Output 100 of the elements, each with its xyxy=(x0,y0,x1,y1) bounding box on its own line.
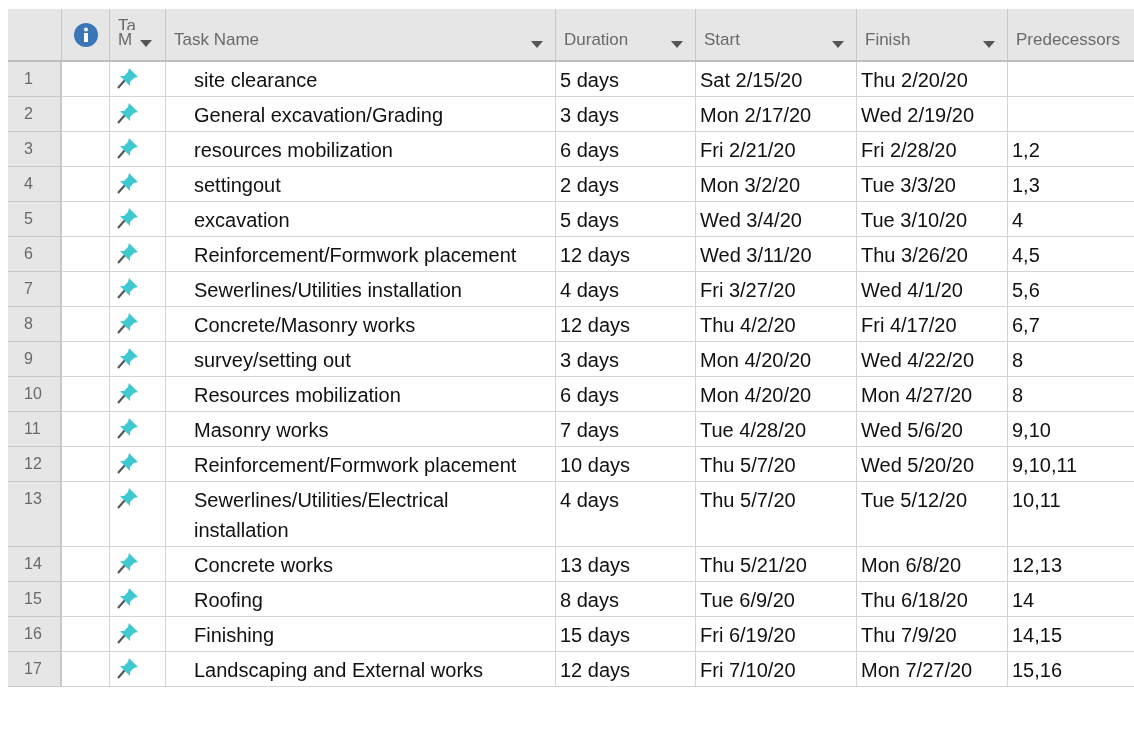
row-number: 3 xyxy=(24,140,33,157)
task-name-cell: Concrete works xyxy=(194,554,333,576)
start-date-cell: Fri 3/27/20 xyxy=(700,279,796,301)
task-name-cell: excavation xyxy=(194,209,290,231)
row-number: 17 xyxy=(24,660,42,677)
duration-cell: 10 days xyxy=(560,454,631,476)
pin-icon xyxy=(116,311,140,335)
finish-date-cell: Wed 5/20/20 xyxy=(861,454,975,476)
column-header[interactable]: Start xyxy=(704,26,740,52)
finish-date-cell: Thu 6/18/20 xyxy=(861,589,968,611)
pin-icon xyxy=(116,381,140,405)
finish-date-cell: Mon 6/8/20 xyxy=(861,554,962,576)
pin-icon xyxy=(116,171,140,195)
task-name-cell: Resources mobilization xyxy=(194,384,401,406)
row-number: 8 xyxy=(24,315,33,332)
pin-icon xyxy=(116,206,140,230)
column-header[interactable]: Finish xyxy=(865,26,911,52)
finish-date-cell: Mon 7/27/20 xyxy=(861,659,973,681)
predecessors-cell: 1,2 xyxy=(1012,139,1040,161)
finish-date-cell: Tue 3/10/20 xyxy=(861,209,967,231)
task-name-cell: General excavation/Grading xyxy=(194,104,444,126)
finish-date-cell: Tue 3/3/20 xyxy=(861,174,956,196)
task-name-cell: Sewerlines/Utilities installation xyxy=(194,279,462,301)
pin-icon xyxy=(116,486,140,510)
column-header[interactable]: Predecessors xyxy=(1016,26,1120,52)
finish-date-cell: Tue 5/12/20 xyxy=(861,489,967,511)
task-name-cell: Reinforcement/Formwork placement xyxy=(194,244,517,266)
start-date-cell: Mon 4/20/20 xyxy=(700,349,812,371)
duration-cell: 5 days xyxy=(560,209,619,231)
predecessors-cell: 5,6 xyxy=(1012,279,1040,301)
start-date-cell: Tue 6/9/20 xyxy=(700,589,795,611)
finish-date-cell: Thu 2/20/20 xyxy=(861,69,968,91)
row-number: 10 xyxy=(24,385,42,402)
pin-icon xyxy=(116,346,140,370)
predecessors-cell: 14 xyxy=(1012,589,1035,611)
task-name-cell: site clearance xyxy=(194,69,318,91)
pin-icon xyxy=(116,656,140,680)
row-number: 12 xyxy=(24,455,42,472)
start-date-cell: Mon 3/2/20 xyxy=(700,174,801,196)
finish-date-cell: Wed 4/22/20 xyxy=(861,349,975,371)
column-header: M xyxy=(118,29,133,50)
row-number: 1 xyxy=(24,70,33,87)
dropdown-caret-icon[interactable] xyxy=(832,41,844,48)
row-number: 14 xyxy=(24,555,42,572)
start-date-cell: Fri 2/21/20 xyxy=(700,139,796,161)
duration-cell: 4 days xyxy=(560,279,619,301)
task-name-cell: Landscaping and External works xyxy=(194,659,484,681)
predecessors-cell: 1,3 xyxy=(1012,174,1040,196)
duration-cell: 12 days xyxy=(560,314,631,336)
start-date-cell: Fri 7/10/20 xyxy=(700,659,796,681)
start-date-cell: Fri 6/19/20 xyxy=(700,624,796,646)
row-number: 15 xyxy=(24,590,42,607)
row-number: 7 xyxy=(24,280,33,297)
task-name-cell: Roofing xyxy=(194,589,263,611)
duration-cell: 5 days xyxy=(560,69,619,91)
pin-icon xyxy=(116,241,140,265)
finish-date-cell: Thu 3/26/20 xyxy=(861,244,968,266)
dropdown-caret-icon[interactable] xyxy=(983,41,995,48)
start-date-cell: Tue 4/28/20 xyxy=(700,419,806,441)
dropdown-caret-icon[interactable] xyxy=(139,40,152,47)
pin-icon xyxy=(116,66,140,90)
pin-icon xyxy=(116,451,140,475)
pin-icon xyxy=(116,586,140,610)
predecessors-cell: 15,16 xyxy=(1012,659,1063,681)
column-header[interactable]: Task Name xyxy=(174,26,260,52)
duration-cell: 15 days xyxy=(560,624,631,646)
duration-cell: 13 days xyxy=(560,554,631,576)
finish-date-cell: Fri 4/17/20 xyxy=(861,314,957,336)
predecessors-cell: 4 xyxy=(1012,209,1024,231)
duration-cell: 8 days xyxy=(560,589,619,611)
dropdown-caret-icon[interactable] xyxy=(531,41,543,48)
row-number: 4 xyxy=(24,175,33,192)
column-header[interactable]: Duration xyxy=(564,26,629,52)
predecessors-cell: 4,5 xyxy=(1012,244,1040,266)
finish-date-cell: Fri 2/28/20 xyxy=(861,139,957,161)
row-number: 13 xyxy=(24,490,42,507)
task-name-cell: Sewerlines/Utilities/Electrical installation xyxy=(194,489,449,541)
finish-date-cell: Wed 4/1/20 xyxy=(861,279,963,301)
finish-date-cell: Thu 7/9/20 xyxy=(861,624,957,646)
row-number: 11 xyxy=(24,420,41,437)
dropdown-caret-icon[interactable] xyxy=(671,41,683,48)
start-date-cell: Thu 4/2/20 xyxy=(700,314,796,336)
duration-cell: 4 days xyxy=(560,489,619,511)
start-date-cell: Thu 5/7/20 xyxy=(700,454,796,476)
predecessors-cell: 9,10,11 xyxy=(1012,454,1078,476)
duration-cell: 2 days xyxy=(560,174,619,196)
duration-cell: 6 days xyxy=(560,139,619,161)
start-date-cell: Mon 2/17/20 xyxy=(700,104,812,126)
row-number: 5 xyxy=(24,210,33,227)
info-icon xyxy=(73,22,98,47)
predecessors-cell: 6,7 xyxy=(1012,314,1040,336)
pin-icon xyxy=(116,621,140,645)
predecessors-cell: 12,13 xyxy=(1012,554,1063,576)
duration-cell: 3 days xyxy=(560,349,619,371)
finish-date-cell: Wed 5/6/20 xyxy=(861,419,963,441)
start-date-cell: Thu 5/7/20 xyxy=(700,489,796,511)
start-date-cell: Wed 3/11/20 xyxy=(700,244,812,266)
task-name-cell: settingout xyxy=(194,174,281,196)
duration-cell: 12 days xyxy=(560,659,631,681)
duration-cell: 3 days xyxy=(560,104,619,126)
